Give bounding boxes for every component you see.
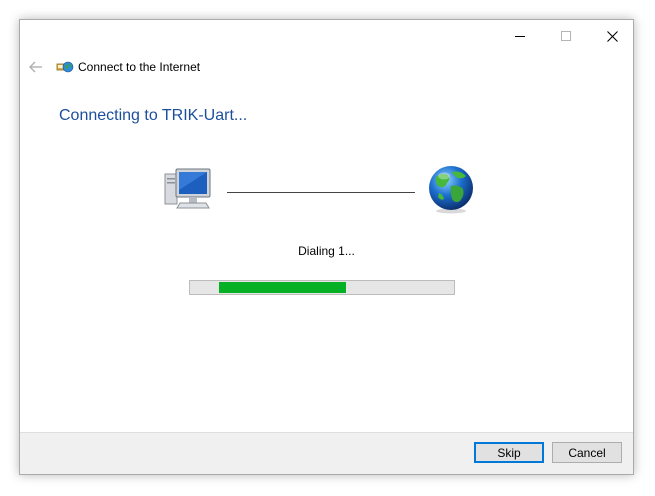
status-text: Dialing 1... <box>298 244 355 258</box>
title-bar <box>20 20 633 52</box>
back-arrow-icon <box>29 61 42 73</box>
minimize-button[interactable] <box>497 20 543 52</box>
globe-icon <box>429 166 473 214</box>
close-button[interactable] <box>589 20 633 52</box>
window-title: Connect to the Internet <box>78 60 201 74</box>
cancel-button[interactable]: Cancel <box>552 442 622 463</box>
skip-button[interactable]: Skip <box>474 442 544 463</box>
navigation-row: Connect to the Internet <box>20 52 633 82</box>
computer-icon <box>164 168 211 209</box>
maximize-button[interactable] <box>543 20 589 52</box>
button-bar: Skip Cancel <box>20 432 633 474</box>
back-button[interactable] <box>26 56 46 78</box>
progress-fill <box>219 282 346 293</box>
connection-line <box>227 192 415 193</box>
maximize-icon <box>561 31 571 41</box>
progress-bar <box>189 280 455 295</box>
network-connection-icon <box>56 61 74 73</box>
page-heading: Connecting to TRIK-Uart... <box>59 107 248 124</box>
close-icon <box>606 30 618 42</box>
dialog-window: Connect to the Internet Connecting to TR… <box>19 19 634 475</box>
minimize-icon <box>515 36 525 37</box>
